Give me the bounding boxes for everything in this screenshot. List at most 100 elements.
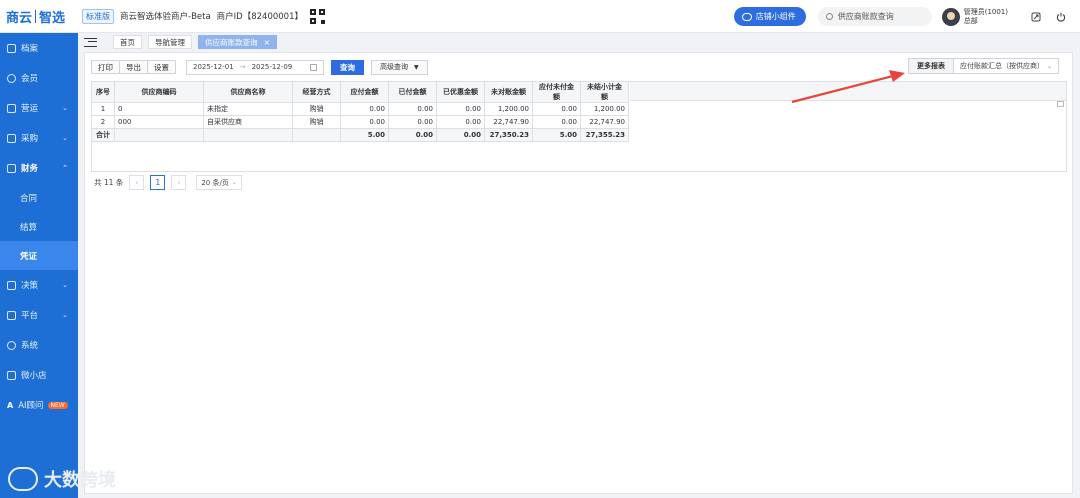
- sidebar-sub-settlement[interactable]: 结算: [0, 212, 78, 241]
- toolbar: 打印 导出 设置 2025-12-01 → 2025-12-09 查询 高级查询…: [85, 53, 1072, 81]
- col-header[interactable]: 未对账金额: [484, 81, 533, 103]
- report-select[interactable]: 应付账款汇总（按供应商） ⌄: [954, 59, 1058, 73]
- sidebar-sub-contract[interactable]: 合同: [0, 183, 78, 212]
- col-header[interactable]: 已付金额: [388, 81, 437, 103]
- chevron-down-icon: ⌄: [231, 179, 237, 186]
- cell: 0.00: [388, 102, 437, 116]
- store-icon: [7, 103, 16, 113]
- avatar[interactable]: [941, 7, 960, 26]
- sidebar-item-label: AI顾问: [18, 401, 44, 411]
- sidebar-item-ai-advisor[interactable]: A AI顾问 NEW: [0, 390, 78, 420]
- action-button-group: 打印 导出 设置: [91, 60, 176, 74]
- cell: 1,200.00: [580, 102, 629, 116]
- col-header[interactable]: 供应商名称: [203, 81, 293, 103]
- member-icon: [7, 73, 16, 83]
- sidebar-item-micro-store[interactable]: 微小店: [0, 360, 78, 390]
- sidebar-item-label: 营运: [21, 104, 39, 114]
- cell: 未指定: [203, 102, 293, 116]
- cell: [114, 128, 204, 142]
- sidebar-item-label: 档案: [21, 44, 39, 54]
- sidebar-item-member[interactable]: 会员: [0, 63, 78, 93]
- pagination: 共 11 条 ‹ 1 › 20 条/页 ⌄: [94, 175, 242, 190]
- scrollbar[interactable]: [1057, 101, 1064, 107]
- page-size-select[interactable]: 20 条/页 ⌄: [196, 175, 242, 190]
- print-button[interactable]: 打印: [92, 61, 120, 73]
- main-content: 首页 导航管理 供应商账款查询 × 打印 导出 设置 2025-12-01 → …: [78, 33, 1080, 498]
- sidebar-item-decision[interactable]: 决策 ⌄: [0, 270, 78, 300]
- sidebar-item-system[interactable]: 系统: [0, 330, 78, 360]
- new-badge: NEW: [47, 401, 68, 409]
- total-count: 共 11 条: [94, 178, 124, 187]
- sidebar: 档案 会员 营运 ⌄ 采购 ⌄ 财务 ⌃ 合同 结算 凭证 决策 ⌄ 平台 ⌄ 系统 微小…: [0, 33, 78, 498]
- watermark-logo: 大数跨境: [8, 466, 116, 492]
- table-row[interactable]: 2 000 自采供应商 购销 0.00 0.00 0.00 22,747.90 …: [91, 115, 629, 129]
- power-icon[interactable]: [1055, 11, 1067, 23]
- store-widget-button[interactable]: 店铺小组件: [733, 7, 806, 26]
- cell: 1,200.00: [484, 102, 533, 116]
- cell: 000: [114, 115, 204, 129]
- chevron-down-icon: ⌄: [62, 311, 68, 319]
- menu-toggle-icon[interactable]: [84, 37, 97, 47]
- logo-text-2: 智选: [39, 10, 66, 26]
- edition-badge: 标准版: [82, 8, 114, 24]
- tab-supplier-accounts[interactable]: 供应商账款查询 ×: [198, 35, 278, 49]
- cell: 购销: [292, 102, 341, 116]
- cell: 1: [91, 102, 115, 116]
- date-start: 2025-12-01: [193, 63, 234, 71]
- report-switcher: 更多报表 应付账款汇总（按供应商） ⌄: [908, 58, 1059, 74]
- query-button[interactable]: 查询: [331, 59, 364, 75]
- tab-navigation[interactable]: 导航管理: [148, 35, 192, 49]
- next-page-button[interactable]: ›: [171, 175, 187, 190]
- global-search-input[interactable]: 供应商账款查询: [817, 7, 932, 26]
- settings-button[interactable]: 设置: [148, 61, 175, 73]
- archive-icon: [7, 43, 16, 53]
- ai-icon: A: [7, 400, 14, 410]
- tab-label: 供应商账款查询: [205, 37, 258, 47]
- cell: [292, 128, 341, 142]
- sidebar-item-label: 决策: [21, 281, 39, 291]
- col-header[interactable]: 未结小计金额: [580, 81, 629, 103]
- sidebar-item-purchase[interactable]: 采购 ⌄: [0, 123, 78, 153]
- fullscreen-icon[interactable]: [1030, 11, 1042, 23]
- sidebar-item-label: 会员: [21, 74, 39, 84]
- report-select-value: 应付账款汇总（按供应商）: [960, 62, 1044, 70]
- col-header[interactable]: 已优惠金额: [436, 81, 485, 103]
- sidebar-item-label: 采购: [21, 134, 39, 144]
- col-header[interactable]: 应付未付金额: [532, 81, 581, 103]
- user-menu[interactable]: 管理员(1001) 总部: [964, 8, 1008, 25]
- cell: 2: [91, 115, 115, 129]
- merchant-id: 商户ID【82400001】: [216, 12, 303, 22]
- sidebar-item-label: 财务: [21, 164, 39, 174]
- table-row[interactable]: 1 0 未指定 购销 0.00 0.00 0.00 1,200.00 0.00 …: [91, 102, 629, 116]
- cell: 0: [114, 102, 204, 116]
- col-header[interactable]: 应付金额: [340, 81, 389, 103]
- tab-home[interactable]: 首页: [113, 35, 142, 49]
- qr-code-icon[interactable]: [310, 8, 325, 24]
- cell: 22,747.90: [580, 115, 629, 129]
- cloud-icon: [741, 12, 752, 21]
- cell: 0.00: [532, 102, 581, 116]
- sidebar-item-label: 微小店: [21, 371, 47, 381]
- grid-header-filler: [630, 81, 1067, 101]
- date-range-picker[interactable]: 2025-12-01 → 2025-12-09: [186, 59, 324, 75]
- prev-page-button[interactable]: ‹: [129, 175, 145, 190]
- app-logo[interactable]: 商云 智选: [0, 7, 76, 26]
- page-number[interactable]: 1: [150, 175, 166, 190]
- col-header[interactable]: 经营方式: [292, 81, 341, 103]
- cell: 5.00: [532, 128, 581, 142]
- sidebar-sub-voucher[interactable]: 凭证: [0, 241, 78, 270]
- sidebar-item-finance[interactable]: 财务 ⌃: [0, 153, 78, 183]
- close-icon[interactable]: ×: [264, 38, 271, 47]
- chevron-down-icon: ⌄: [62, 134, 68, 142]
- finance-icon: [7, 163, 16, 173]
- top-header: 商云 智选 标准版 商云智选体验商户-Beta 商户ID【82400001】 店…: [0, 0, 1080, 33]
- more-reports-button[interactable]: 更多报表: [909, 59, 954, 73]
- col-header[interactable]: 序号: [91, 81, 115, 103]
- export-button[interactable]: 导出: [120, 61, 148, 73]
- calendar-icon: [310, 63, 317, 71]
- sidebar-item-platform[interactable]: 平台 ⌄: [0, 300, 78, 330]
- sidebar-item-archive[interactable]: 档案: [0, 33, 78, 63]
- advanced-query-button[interactable]: 高级查询 ▼: [371, 59, 428, 75]
- col-header[interactable]: 供应商编码: [114, 81, 204, 103]
- sidebar-item-operations[interactable]: 营运 ⌄: [0, 93, 78, 123]
